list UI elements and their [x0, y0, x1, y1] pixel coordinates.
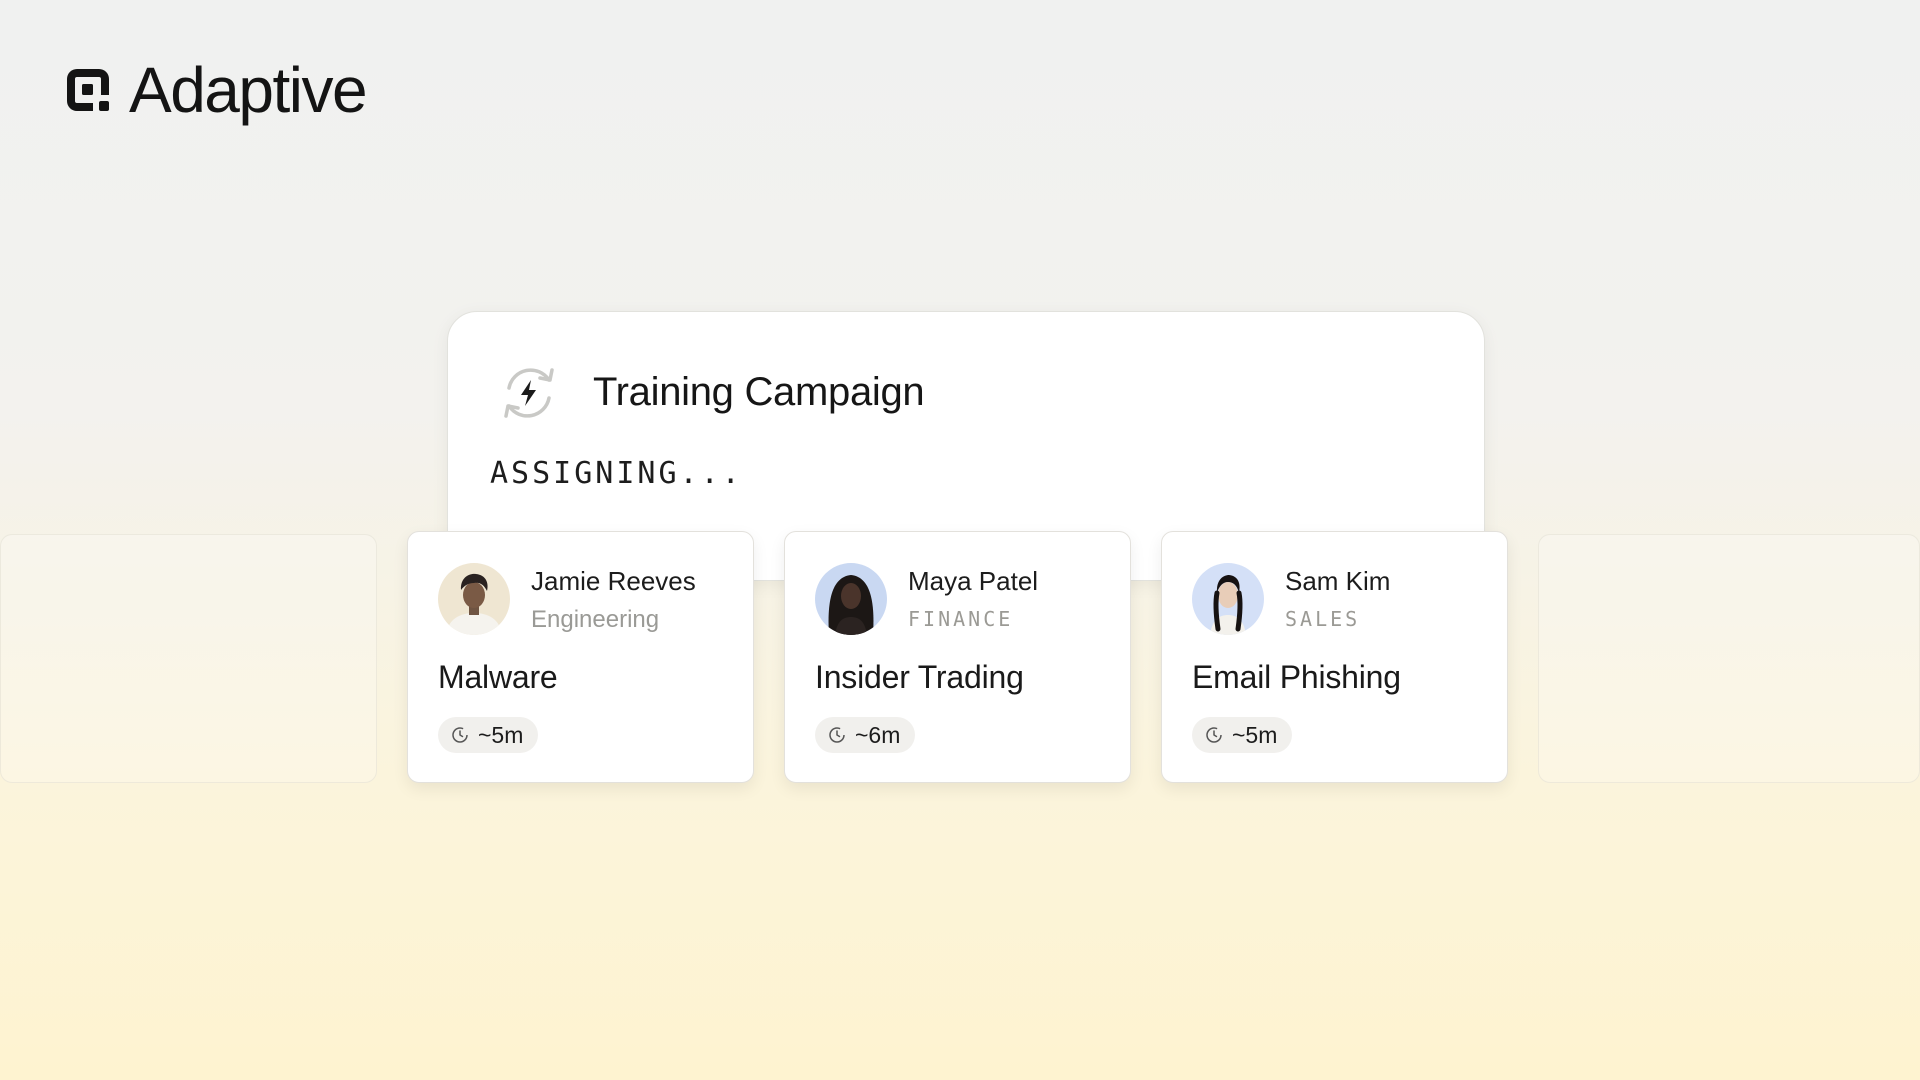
clock-icon	[1206, 727, 1222, 743]
adaptive-logo-icon	[67, 69, 109, 111]
user-department: FINANCE	[908, 607, 1014, 631]
user-name: Sam Kim	[1285, 566, 1391, 596]
campaign-title: Training Campaign	[593, 370, 925, 414]
user-department: Engineering	[531, 606, 660, 633]
ghost-card-left	[0, 534, 377, 783]
user-card-maya-patel[interactable]: Maya Patel FINANCE Insider Trading ~6m	[784, 531, 1131, 783]
campaign-status: ASSIGNING...	[490, 456, 743, 491]
module-title: Malware	[438, 659, 558, 695]
avatar	[1192, 563, 1264, 635]
duration-badge: ~5m	[1192, 717, 1293, 753]
brand-name: Adaptive	[129, 54, 368, 126]
user-name: Maya Patel	[908, 566, 1039, 596]
duration-badge: ~6m	[815, 717, 916, 753]
duration-text: ~6m	[855, 721, 901, 748]
user-avatar-icon	[1192, 563, 1264, 635]
duration-badge: ~5m	[438, 717, 539, 753]
duration-text: ~5m	[478, 721, 524, 748]
user-avatar-icon	[815, 563, 887, 635]
ghost-card-right	[1538, 534, 1920, 783]
clock-icon	[829, 727, 845, 743]
user-department: SALES	[1285, 607, 1361, 631]
user-name: Jamie Reeves	[531, 566, 696, 596]
refresh-bolt-icon	[504, 368, 554, 418]
avatar	[815, 563, 887, 635]
user-card-jamie-reeves[interactable]: Jamie Reeves Engineering Malware ~5m	[407, 531, 754, 783]
avatar	[438, 563, 510, 635]
user-card-sam-kim[interactable]: Sam Kim SALES Email Phishing ~5m	[1161, 531, 1508, 783]
duration-text: ~5m	[1232, 721, 1278, 748]
module-title: Insider Trading	[815, 659, 1024, 695]
module-title: Email Phishing	[1192, 659, 1401, 695]
user-card-row: Jamie Reeves Engineering Malware ~5m May…	[0, 531, 1920, 786]
clock-icon	[452, 727, 468, 743]
user-avatar-icon	[438, 563, 510, 635]
brand-logo[interactable]: Adaptive	[63, 54, 368, 126]
